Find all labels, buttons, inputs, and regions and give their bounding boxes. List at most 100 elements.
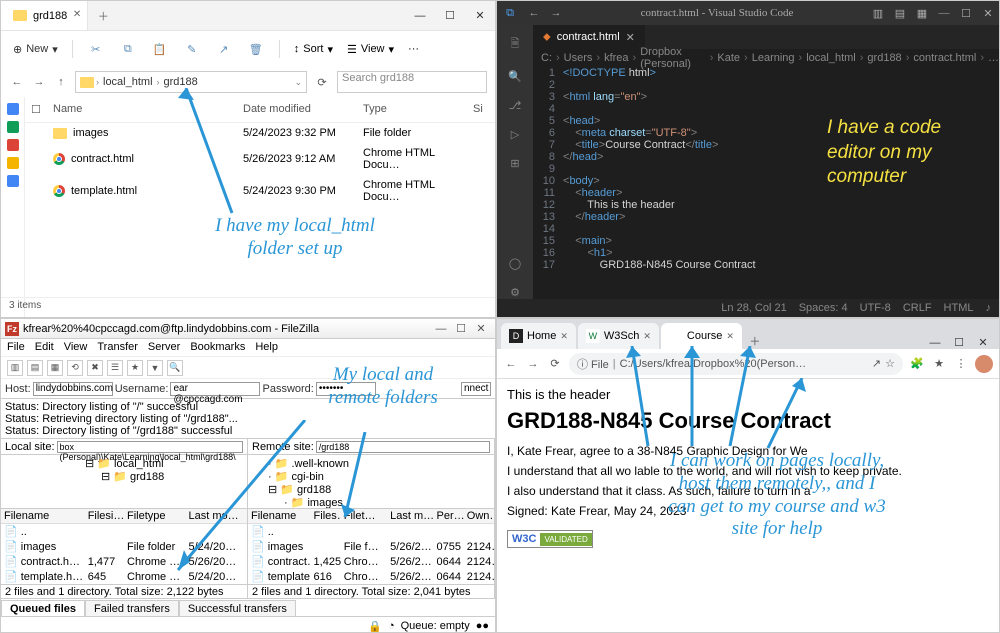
maximize-icon[interactable]: ☐ [955,7,977,20]
close-icon[interactable]: ✕ [977,7,999,20]
minimize-icon[interactable]: ― [431,323,451,335]
list-item[interactable]: 📄 .. [248,524,494,539]
menu-item[interactable]: Help [255,341,278,354]
extensions-icon[interactable]: 🧩 [909,357,925,370]
search-input[interactable]: Search grd188 [337,71,487,93]
code-editor[interactable]: 1<!DOCTYPE html>23<html lang="en">45<hea… [533,67,999,299]
local-file-list[interactable]: Filename Filesi… Filetype Last mo… 📄 ..📄… [1,509,248,584]
reload-icon[interactable]: ⟳ [547,357,563,370]
minimize-icon[interactable]: ― [923,337,947,349]
remote-path-input[interactable]: /grd188 [316,441,490,453]
breadcrumb[interactable]: grd188 [867,52,901,64]
browser-tab[interactable]: Course✕ [661,323,742,349]
breadcrumb[interactable]: Kate [717,52,740,64]
menu-item[interactable]: Edit [35,341,54,354]
browser-tab[interactable]: DHome✕ [501,323,576,349]
layout-icon[interactable]: ▦ [911,7,933,20]
tree-item[interactable]: · 📁 cgi-bin [252,470,490,483]
new-tab-button[interactable]: ＋ [88,1,118,30]
toolbar-icon[interactable]: ▤ [27,360,43,376]
share-icon[interactable]: ↗ [872,357,881,370]
explorer-tab[interactable]: grd188 ✕ [1,1,88,30]
col-size[interactable]: Filesi… [85,509,124,523]
forward-icon[interactable]: → [31,76,47,88]
cut-icon[interactable]: ✂ [87,40,105,58]
checkbox[interactable]: ☐ [31,103,45,116]
file-row[interactable]: images5/24/2023 9:32 PMFile folder [25,123,495,143]
toolbar-icon[interactable]: 🔍 [167,360,183,376]
quick-access-icon[interactable] [7,157,19,169]
col-type[interactable]: Filetype [124,509,186,523]
menu-item[interactable]: File [7,341,25,354]
tree-item[interactable]: ⊟ 📁 grd188 [5,470,243,483]
file-row[interactable]: contract.html5/26/2023 9:12 AMChrome HTM… [25,143,495,175]
maximize-icon[interactable]: ☐ [435,1,465,30]
breadcrumb[interactable]: grd188 [162,76,200,88]
copy-icon[interactable]: ⧉ [119,40,137,58]
avatar[interactable] [975,355,993,373]
toolbar-icon[interactable]: ★ [127,360,143,376]
close-icon[interactable]: ✕ [471,322,491,335]
layout-icon[interactable]: ▥ [867,7,889,20]
indent[interactable]: Spaces: 4 [799,302,848,314]
queue-tabs[interactable]: Queued filesFailed transfersSuccessful t… [1,599,495,617]
toolbar-icon[interactable]: ▼ [147,360,163,376]
menu-item[interactable]: Server [148,341,180,354]
address-bar[interactable]: ⓘ File | C:/Users/kfrea/Dropbox%20(Perso… [569,353,903,375]
local-path-input[interactable]: box (Personal)\Kate\Learning\local_html\… [57,441,243,453]
search-icon[interactable]: 🔍 [508,70,522,83]
pass-input[interactable]: ••••••• [316,382,376,396]
breadcrumb[interactable]: Users [564,52,593,64]
tree-item[interactable]: · 📁 .well-known [252,457,490,470]
star-icon[interactable]: ☆ [885,357,895,370]
bookmark-icon[interactable]: ★ [931,357,947,370]
col-own[interactable]: Own… [464,509,494,523]
account-icon[interactable]: ◯ [509,257,521,270]
menu-item[interactable]: Bookmarks [190,341,245,354]
new-button[interactable]: ⊕ New ▾ [13,43,58,56]
breadcrumbs[interactable]: C:›Users›kfrea›Dropbox (Personal)›Kate›L… [533,49,999,67]
column-size[interactable]: Si [473,103,483,116]
col-size[interactable]: Files… [311,509,341,523]
path-box[interactable]: › local_html › grd188 ⌄ [75,71,307,93]
list-item[interactable]: 📄 imagesFile f…5/26/2…07552124… [248,539,494,554]
browser-tab[interactable]: WW3Sch✕ [578,323,659,349]
local-tree[interactable]: ⊟ 📁 local_html⊟ 📁 grd188 [1,455,248,508]
quick-access-icon[interactable] [7,103,19,115]
forward-icon[interactable]: → [545,7,567,19]
close-icon[interactable]: ✕ [643,331,651,342]
column-date[interactable]: Date modified [243,103,363,116]
paste-icon[interactable]: 📋 [151,40,169,58]
menu-item[interactable]: View [64,341,88,354]
breadcrumb[interactable]: contract.html [913,52,976,64]
menu-item[interactable]: Transfer [97,341,138,354]
extensions-icon[interactable]: ⊞ [510,157,519,170]
queue-tab[interactable]: Successful transfers [179,600,296,616]
quick-access-icon[interactable] [7,139,19,151]
quick-access-icon[interactable] [7,121,19,133]
editor-tab[interactable]: ⬥ contract.html ✕ [533,25,645,49]
queue-tab[interactable]: Queued files [1,600,85,616]
forward-icon[interactable]: → [525,358,541,370]
queue-tab[interactable]: Failed transfers [85,600,179,616]
tree-item[interactable]: ⊟ 📁 local_html [5,457,243,470]
git-icon[interactable]: ⎇ [509,99,522,112]
site-info-icon[interactable]: ⓘ File [577,356,609,372]
user-input[interactable]: ear @cpccagd.com [170,382,260,396]
list-item[interactable]: 📄 template…616Chro…5/26/2…06442124… [248,569,494,584]
column-type[interactable]: Type [363,103,473,116]
column-name[interactable]: Name [53,103,243,116]
tree-item[interactable]: ⊟ 📁 grd188 [252,483,490,496]
close-window-icon[interactable]: ✕ [465,1,495,30]
layout-icon[interactable]: ▤ [889,7,911,20]
toolbar-icon[interactable]: ☰ [107,360,123,376]
list-item[interactable]: 📄 .. [1,524,247,539]
close-icon[interactable]: ✕ [971,336,995,349]
back-icon[interactable]: ← [503,358,519,370]
list-item[interactable]: 📄 template.h…645Chrome …5/24/20… [1,569,247,584]
breadcrumb[interactable]: kfrea [604,52,628,64]
eol[interactable]: CRLF [903,302,932,314]
more-icon[interactable]: ··· [408,43,419,55]
refresh-icon[interactable]: ⟳ [313,76,331,89]
maximize-icon[interactable]: ☐ [451,322,471,335]
